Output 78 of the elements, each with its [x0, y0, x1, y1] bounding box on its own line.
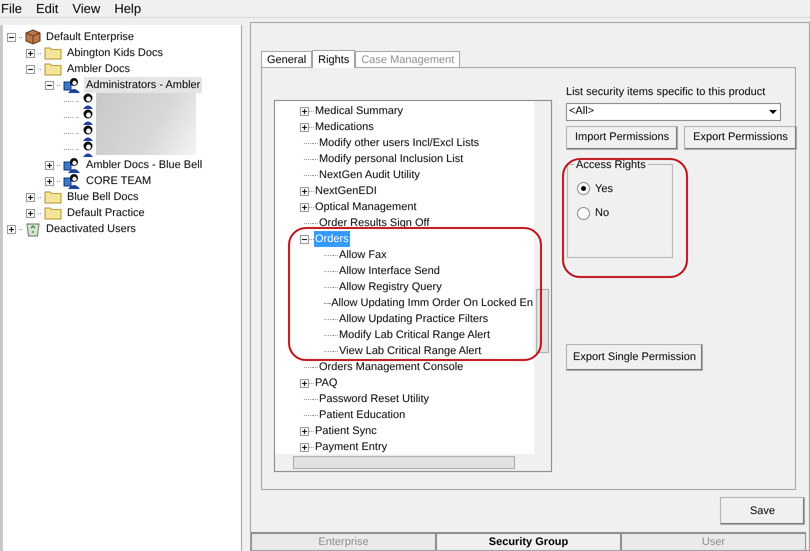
radio-button[interactable] [577, 182, 590, 196]
radio-label: Yes [595, 182, 613, 196]
tree-item[interactable]: NextGenEDI [314, 183, 378, 199]
folder-icon [44, 46, 62, 60]
expand-icon[interactable] [300, 378, 309, 388]
user-group-icon [63, 157, 81, 173]
tab[interactable]: Rights [312, 50, 356, 68]
tree-item[interactable]: Ambler Docs - Blue Bell [84, 157, 204, 173]
expand-icon[interactable] [300, 426, 309, 436]
user-icon [82, 125, 94, 141]
expand-icon[interactable] [26, 192, 35, 202]
tree-item[interactable]: Allow Fax [338, 247, 388, 263]
collapse-icon[interactable] [45, 80, 54, 90]
radio-label: No [595, 206, 610, 221]
expand-icon[interactable] [300, 122, 309, 132]
save-button[interactable]: Save [720, 497, 805, 525]
tree-item[interactable]: Orders Management Console [318, 359, 464, 375]
menu-item[interactable]: Help [114, 0, 142, 18]
menu-item[interactable]: File [1, 0, 22, 18]
tree-item[interactable]: Password Reset Utility [318, 391, 430, 407]
tab[interactable]: Security Group [436, 532, 621, 550]
tree-item[interactable]: Medications [314, 119, 375, 135]
tree-item[interactable]: Ambler Docs [65, 61, 132, 77]
expand-icon[interactable] [300, 186, 309, 196]
collapse-icon[interactable] [26, 64, 35, 74]
tree-item[interactable]: CORE TEAM [84, 173, 154, 189]
export-single-permission-button[interactable]: Export Single Permission [566, 344, 703, 370]
expand-icon[interactable] [45, 160, 54, 170]
tree-item[interactable]: Modify personal Inclusion List [318, 151, 464, 167]
export-permissions-button[interactable]: Export Permissions [684, 126, 797, 150]
tree-item[interactable]: Modify other users Incl/Excl Lists [318, 135, 480, 151]
tree-item[interactable]: Deactivated Users [44, 221, 138, 237]
collapse-icon[interactable] [7, 32, 16, 42]
expand-icon[interactable] [26, 48, 35, 58]
tree-item[interactable]: NextGen Audit Utility [318, 167, 421, 183]
filter-label: List security items specific to this product [566, 85, 766, 100]
folder-icon [44, 190, 62, 204]
tree-item[interactable]: Patient Education [318, 407, 406, 423]
tree-item[interactable]: Payment Entry [314, 439, 388, 454]
cube-icon [25, 29, 41, 45]
tree-item[interactable]: Optical Management [314, 199, 418, 215]
radio-button[interactable] [577, 206, 590, 220]
user-group-icon [63, 77, 81, 93]
expand-icon[interactable] [26, 208, 35, 218]
folder-icon [44, 206, 62, 220]
tree-item[interactable]: Abington Kids Docs [65, 45, 165, 61]
tree-item[interactable]: Allow Updating Practice Filters [338, 311, 490, 327]
expand-icon[interactable] [300, 106, 309, 116]
tree-item[interactable]: Allow Interface Send [338, 263, 441, 279]
tree-item[interactable]: Default Enterprise [44, 29, 136, 45]
expand-icon[interactable] [300, 442, 309, 452]
folder-icon [44, 62, 62, 76]
menu-item[interactable]: View [72, 0, 100, 18]
user-icon [82, 93, 94, 109]
tree-item[interactable]: Allow Updating Imm Order On Locked En [330, 295, 534, 311]
recycle-bin-icon [25, 221, 41, 237]
tree-item[interactable]: Allow Registry Query [338, 279, 443, 295]
collapse-icon[interactable] [300, 234, 309, 244]
vertical-scrollbar[interactable] [534, 101, 551, 454]
user-icon [82, 141, 94, 157]
expand-icon[interactable] [7, 224, 16, 234]
tree-item[interactable]: Medical Summary [314, 103, 404, 119]
tree-item[interactable]: Patient Sync [314, 423, 378, 439]
expand-icon[interactable] [45, 176, 54, 186]
tree-item[interactable]: Administrators - Ambler [84, 77, 202, 93]
menu-item[interactable]: Edit [36, 0, 58, 18]
expand-icon[interactable] [300, 202, 309, 212]
user-icon [82, 109, 94, 125]
tree-item[interactable]: Blue Bell Docs [65, 189, 141, 205]
import-permissions-button[interactable]: Import Permissions [566, 126, 678, 150]
product-dropdown[interactable]: <All> [566, 102, 781, 120]
tree-item[interactable]: View Lab Critical Range Alert [338, 343, 482, 359]
tree-item[interactable]: Default Practice [65, 205, 147, 221]
tab[interactable]: General [261, 51, 312, 67]
tree-item[interactable]: PAQ [314, 375, 338, 391]
user-group-icon [63, 173, 81, 189]
tree-item[interactable]: Modify Lab Critical Range Alert [338, 327, 492, 343]
horizontal-scrollbar[interactable] [275, 454, 551, 471]
